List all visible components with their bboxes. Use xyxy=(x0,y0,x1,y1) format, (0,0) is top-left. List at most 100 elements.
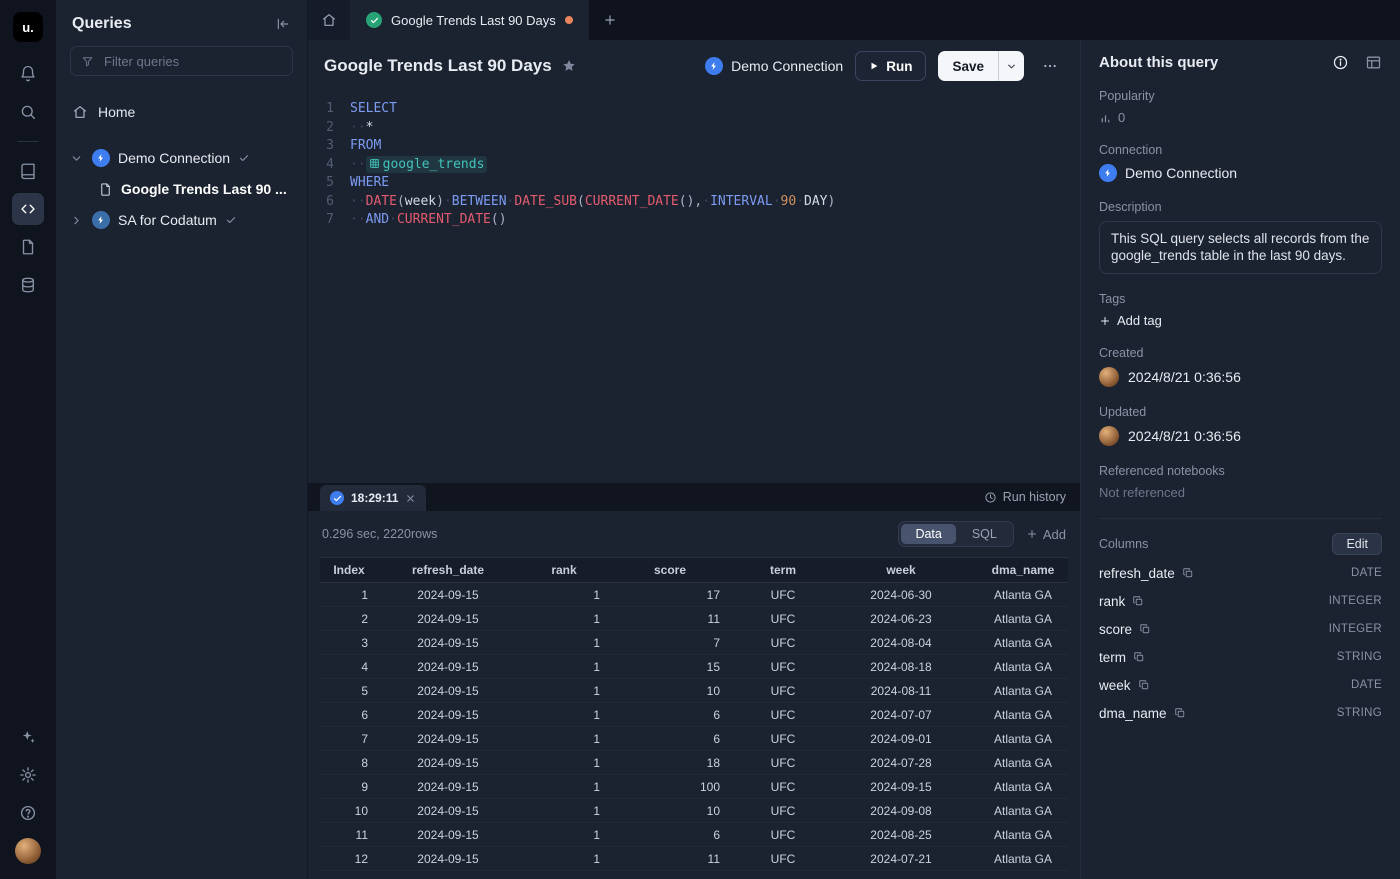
table-cell[interactable]: UFC xyxy=(730,708,836,722)
table-cell[interactable]: 2024-06-23 xyxy=(836,612,966,626)
sparkles-icon[interactable] xyxy=(12,721,44,753)
table-cell[interactable]: 5 xyxy=(320,684,378,698)
table-cell[interactable]: 2024-09-15 xyxy=(378,732,518,746)
table-cell[interactable]: 6 xyxy=(610,828,730,842)
editor-line[interactable]: 2··* xyxy=(308,119,1080,138)
table-cell[interactable]: 2024-09-01 xyxy=(836,732,966,746)
table-row[interactable]: 72024-09-1516UFC2024-09-01Atlanta GA xyxy=(320,727,1068,751)
table-cell[interactable]: Atlanta GA xyxy=(966,636,1080,650)
table-cell[interactable]: UFC xyxy=(730,852,836,866)
table-cell[interactable]: 2024-08-25 xyxy=(836,828,966,842)
save-options-button[interactable] xyxy=(998,51,1024,81)
table-cell[interactable]: Atlanta GA xyxy=(966,660,1080,674)
table-cell[interactable]: 1 xyxy=(518,636,610,650)
table-cell[interactable]: 10 xyxy=(320,804,378,818)
table-cell[interactable]: 2024-09-15 xyxy=(378,756,518,770)
run-history-button[interactable]: Run history xyxy=(984,483,1066,511)
sidebar-item-home[interactable]: Home xyxy=(56,96,307,128)
table-cell[interactable]: 2024-09-08 xyxy=(836,804,966,818)
add-chart-button[interactable]: Add xyxy=(1026,527,1066,542)
about-connection-row[interactable]: Demo Connection xyxy=(1099,164,1382,182)
table-cell[interactable]: UFC xyxy=(730,660,836,674)
table-cell[interactable]: 1 xyxy=(518,852,610,866)
column-header[interactable]: term xyxy=(730,563,836,577)
table-cell[interactable]: UFC xyxy=(730,636,836,650)
table-cell[interactable]: 6 xyxy=(610,732,730,746)
bell-icon[interactable] xyxy=(12,58,44,90)
table-cell[interactable]: Atlanta GA xyxy=(966,612,1080,626)
table-cell[interactable]: 1 xyxy=(518,756,610,770)
table-row[interactable]: 122024-09-15111UFC2024-07-21Atlanta GA xyxy=(320,847,1068,871)
sidebar-item-sa-for-codatum[interactable]: SA for Codatum xyxy=(56,204,307,236)
table-cell[interactable]: 6 xyxy=(610,708,730,722)
gear-icon[interactable] xyxy=(12,759,44,791)
table-cell[interactable]: 11 xyxy=(610,612,730,626)
table-row[interactable]: 82024-09-15118UFC2024-07-28Atlanta GA xyxy=(320,751,1068,775)
table-cell[interactable]: 1 xyxy=(518,660,610,674)
table-cell[interactable]: 2024-07-28 xyxy=(836,756,966,770)
connection-chip[interactable]: Demo Connection xyxy=(705,57,843,75)
table-row[interactable]: 102024-09-15110UFC2024-09-08Atlanta GA xyxy=(320,799,1068,823)
new-tab-button[interactable] xyxy=(589,0,631,40)
table-cell[interactable]: 11 xyxy=(610,852,730,866)
table-cell[interactable]: 2024-09-15 xyxy=(378,588,518,602)
copy-icon[interactable] xyxy=(1133,651,1145,663)
table-cell[interactable]: 1 xyxy=(518,732,610,746)
table-cell[interactable]: 2024-09-15 xyxy=(378,852,518,866)
app-logo[interactable]: u. xyxy=(13,12,43,42)
table-cell[interactable]: 2024-07-07 xyxy=(836,708,966,722)
table-cell[interactable]: 2024-09-15 xyxy=(836,780,966,794)
table-cell[interactable]: 10 xyxy=(610,684,730,698)
schema-column-row[interactable]: refresh_dateDATE xyxy=(1099,559,1382,587)
table-cell[interactable]: Atlanta GA xyxy=(966,732,1080,746)
schema-column-row[interactable]: weekDATE xyxy=(1099,671,1382,699)
table-cell[interactable]: 4 xyxy=(320,660,378,674)
table-cell[interactable]: 1 xyxy=(518,828,610,842)
table-row[interactable]: 22024-09-15111UFC2024-06-23Atlanta GA xyxy=(320,607,1068,631)
table-cell[interactable]: 2024-06-30 xyxy=(836,588,966,602)
table-cell[interactable]: Atlanta GA xyxy=(966,780,1080,794)
table-cell[interactable]: UFC xyxy=(730,804,836,818)
chevron-right-icon[interactable] xyxy=(70,214,84,227)
table-cell[interactable]: 1 xyxy=(518,612,610,626)
editor-line[interactable]: 4··google_trends xyxy=(308,156,1080,175)
table-cell[interactable]: 2024-07-21 xyxy=(836,852,966,866)
table-cell[interactable]: UFC xyxy=(730,756,836,770)
table-cell[interactable]: 100 xyxy=(610,780,730,794)
copy-icon[interactable] xyxy=(1139,623,1151,635)
table-cell[interactable]: 1 xyxy=(518,804,610,818)
collapse-sidebar-icon[interactable] xyxy=(275,16,291,32)
table-cell[interactable]: 1 xyxy=(518,588,610,602)
chevron-down-icon[interactable] xyxy=(70,152,84,165)
copy-icon[interactable] xyxy=(1182,567,1194,579)
table-cell[interactable]: 1 xyxy=(518,708,610,722)
table-cell[interactable]: 9 xyxy=(320,780,378,794)
help-icon[interactable] xyxy=(12,797,44,829)
table-cell[interactable]: 2024-09-15 xyxy=(378,636,518,650)
table-cell[interactable]: 2024-09-15 xyxy=(378,804,518,818)
editor-line[interactable]: 6··DATE(week)·BETWEEN·DATE_SUB(CURRENT_D… xyxy=(308,193,1080,212)
table-cell[interactable]: Atlanta GA xyxy=(966,588,1080,602)
copy-icon[interactable] xyxy=(1174,707,1186,719)
table-cell[interactable]: Atlanta GA xyxy=(966,804,1080,818)
schema-column-row[interactable]: scoreINTEGER xyxy=(1099,615,1382,643)
column-header[interactable]: refresh_date xyxy=(378,563,518,577)
table-cell[interactable]: Atlanta GA xyxy=(966,684,1080,698)
close-result-icon[interactable] xyxy=(405,493,416,504)
table-row[interactable]: 52024-09-15110UFC2024-08-11Atlanta GA xyxy=(320,679,1068,703)
table-cell[interactable]: 2024-09-15 xyxy=(378,828,518,842)
copy-icon[interactable] xyxy=(1138,679,1150,691)
table-cell[interactable]: Atlanta GA xyxy=(966,828,1080,842)
table-cell[interactable]: 6 xyxy=(320,708,378,722)
schema-column-row[interactable]: termSTRING xyxy=(1099,643,1382,671)
table-cell[interactable]: 2024-08-18 xyxy=(836,660,966,674)
table-cell[interactable]: Atlanta GA xyxy=(966,852,1080,866)
column-header[interactable]: score xyxy=(610,563,730,577)
table-cell[interactable]: 8 xyxy=(320,756,378,770)
table-cell[interactable]: Atlanta GA xyxy=(966,708,1080,722)
avatar-icon[interactable] xyxy=(12,835,44,867)
table-cell[interactable]: 2024-09-15 xyxy=(378,660,518,674)
table-cell[interactable]: 1 xyxy=(518,780,610,794)
favorite-star-icon[interactable] xyxy=(561,58,577,74)
more-options-button[interactable] xyxy=(1036,58,1064,74)
